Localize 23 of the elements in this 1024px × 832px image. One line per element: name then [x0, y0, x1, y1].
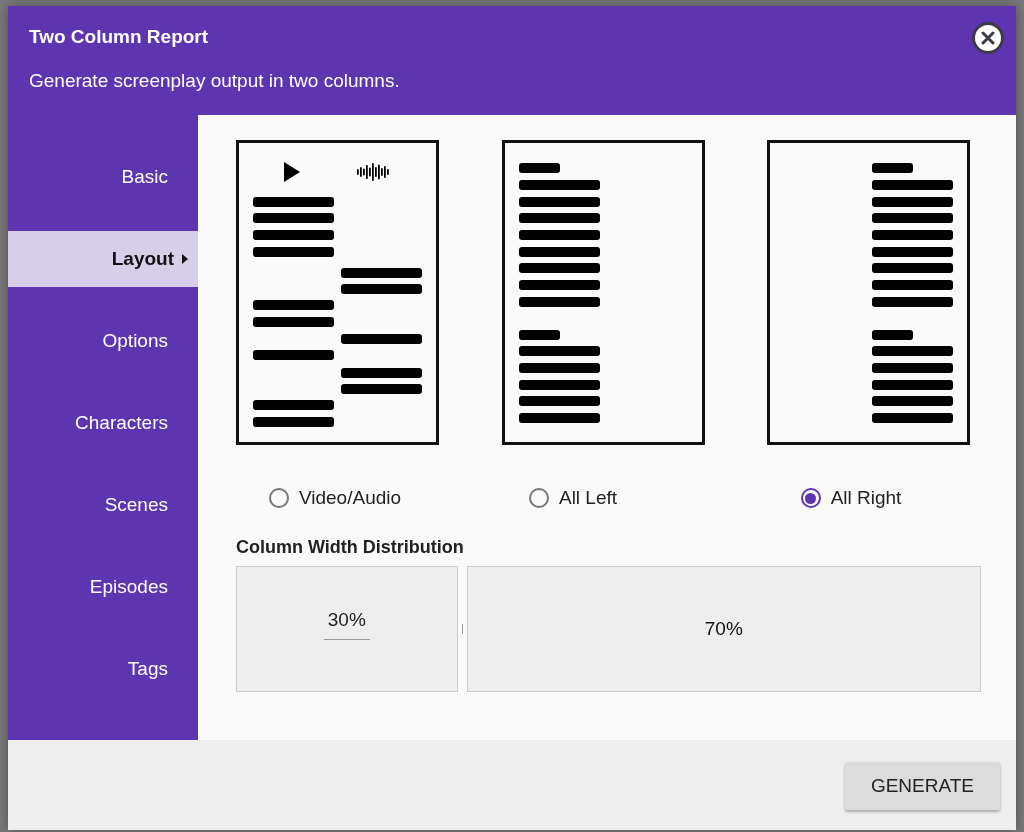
- left-column-layout-drawing[interactable]: [501, 140, 705, 445]
- sidebar-item[interactable]: Scenes: [8, 477, 198, 533]
- caret-icon: [182, 254, 188, 264]
- section-title: Column Width Distribution: [236, 537, 465, 558]
- dialog-title: Two Column Report: [29, 26, 210, 48]
- generate-button[interactable]: GENERATE: [844, 762, 1000, 810]
- sidebar-item[interactable]: Options: [8, 313, 198, 369]
- sidebar-item[interactable]: Characters: [8, 395, 198, 451]
- width-input-field[interactable]: 30%: [323, 608, 370, 640]
- sidebar-item[interactable]: Layout: [8, 231, 198, 287]
- layout-radio[interactable]: All Right: [732, 487, 970, 509]
- resize-handle[interactable]: [461, 624, 463, 634]
- sidebar-item[interactable]: Tags: [8, 641, 198, 697]
- right-column-layout-drawing[interactable]: [767, 140, 970, 445]
- width-value: 70%: [704, 618, 743, 640]
- close-button[interactable]: [972, 22, 1004, 54]
- sidebar-item[interactable]: Episodes: [8, 559, 198, 615]
- close-icon: [981, 31, 995, 45]
- dialog-subtitle: Generate screenplay output in two columns.: [29, 70, 400, 92]
- two-column-layout-drawing[interactable]: [236, 140, 439, 445]
- sidebar-item[interactable]: Basic: [8, 149, 198, 205]
- layout-radio[interactable]: Video/Audio: [216, 487, 454, 509]
- layout-radio[interactable]: All Left: [454, 487, 692, 509]
